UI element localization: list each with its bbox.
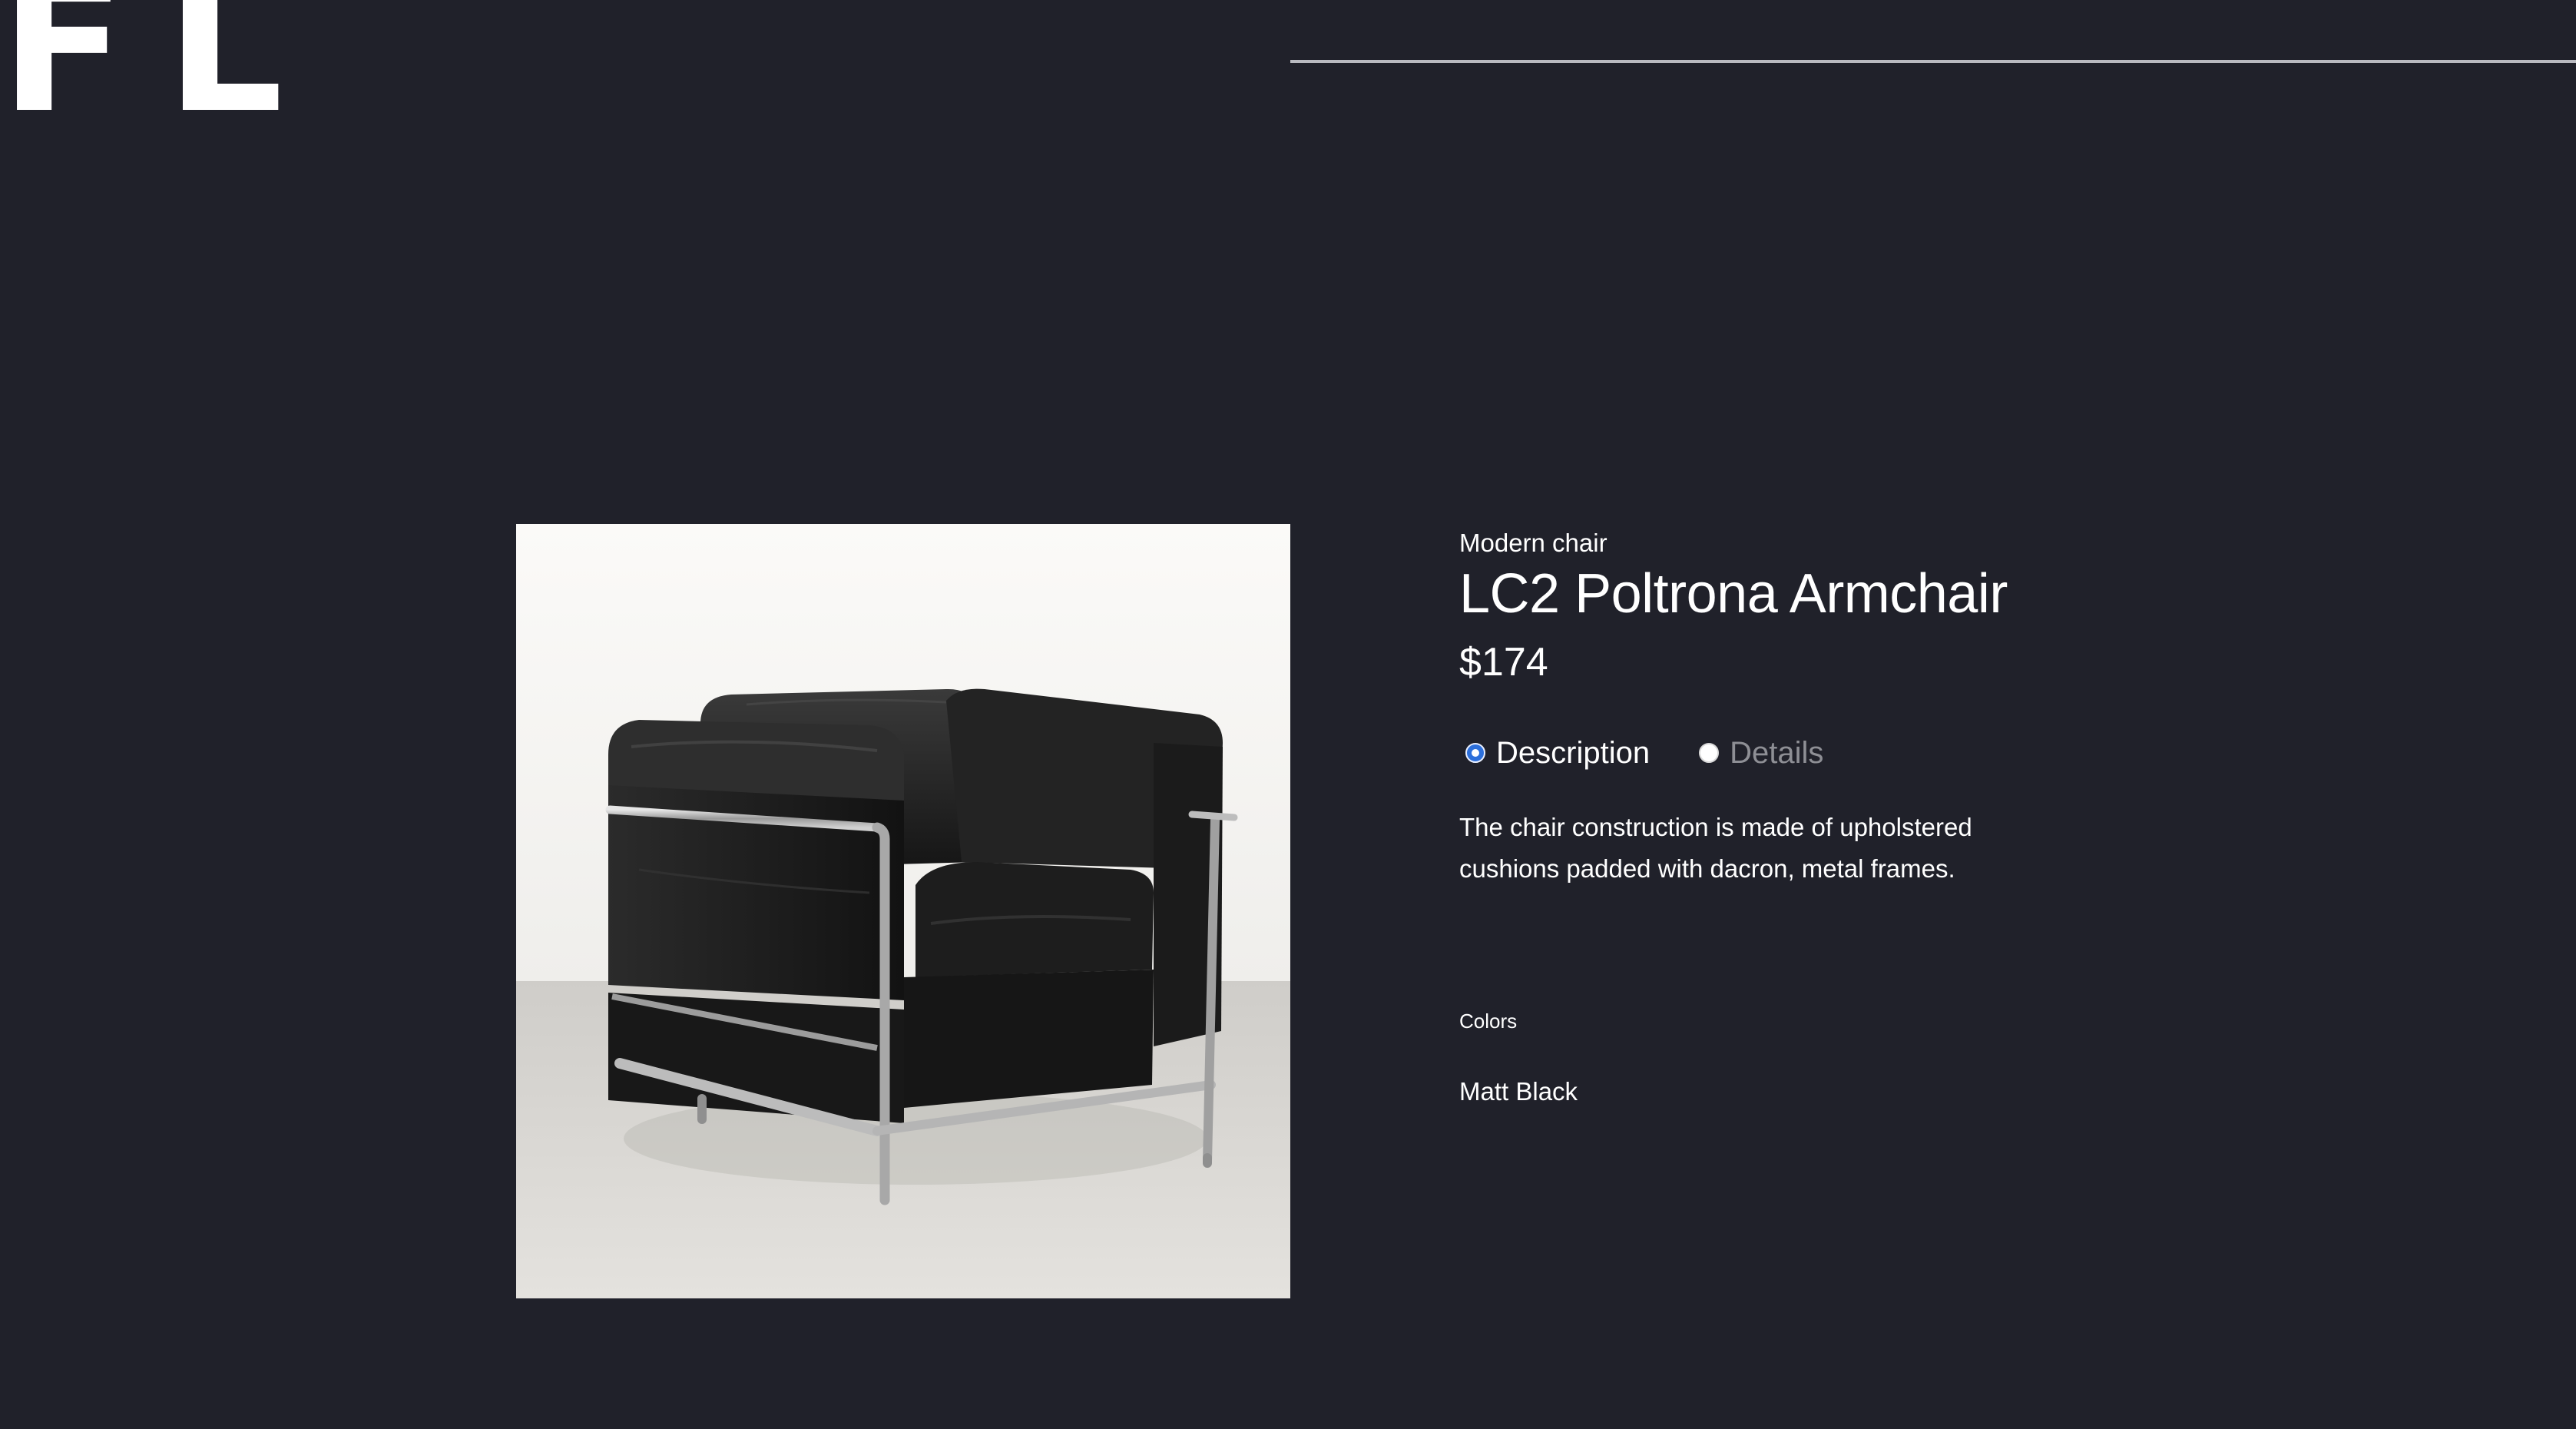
radio-unchecked-icon[interactable] bbox=[1699, 743, 1720, 763]
tab-description-label: Description bbox=[1496, 736, 1651, 770]
product-price: $174 bbox=[1459, 640, 1548, 685]
tab-details[interactable]: Details bbox=[1699, 738, 1823, 768]
tab-description[interactable]: Description bbox=[1465, 738, 1650, 768]
armchair-illustration bbox=[516, 524, 1290, 1298]
product-category: Modern chair bbox=[1459, 529, 1608, 557]
color-option[interactable]: Matt Black bbox=[1459, 1079, 1578, 1104]
product-image bbox=[516, 524, 1290, 1298]
product-title: LC2 Poltrona Armchair bbox=[1459, 563, 2008, 625]
header-divider bbox=[1290, 60, 2576, 63]
product-description: The chair construction is made of uphols… bbox=[1459, 813, 1972, 883]
tab-details-label: Details bbox=[1730, 736, 1824, 770]
radio-checked-icon[interactable] bbox=[1465, 743, 1485, 763]
colors-heading: Colors bbox=[1459, 1010, 1518, 1033]
brand-logo[interactable]: FL bbox=[0, 0, 323, 138]
product-tabs: Description Details bbox=[1465, 738, 1872, 768]
